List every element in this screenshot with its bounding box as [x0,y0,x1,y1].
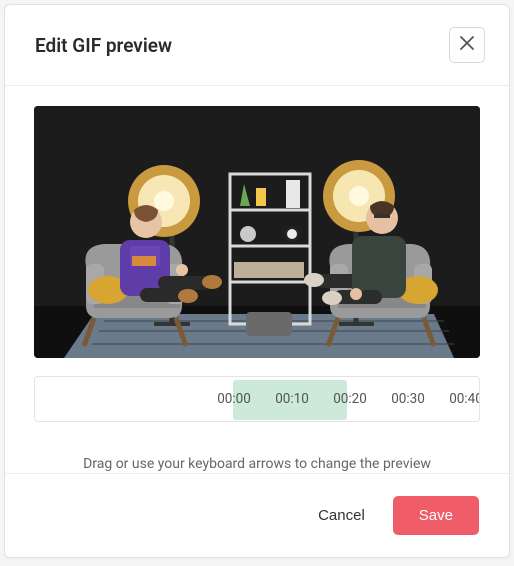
time-tick: 00:20 [321,391,379,407]
modal-body: 00:00 00:10 00:20 00:30 00:40 Drag or us… [5,86,509,473]
modal-title: Edit GIF preview [35,34,172,57]
close-icon [460,36,474,55]
video-preview[interactable] [34,106,480,358]
modal-footer: Cancel Save [5,473,509,557]
edit-gif-modal: Edit GIF preview [4,4,510,558]
timeline-ticks: 00:00 00:10 00:20 00:30 00:40 [205,377,480,421]
modal-header: Edit GIF preview [5,5,509,86]
save-button[interactable]: Save [393,496,479,535]
timeline[interactable]: 00:00 00:10 00:20 00:30 00:40 [34,376,480,422]
time-tick: 00:10 [263,391,321,407]
cancel-button[interactable]: Cancel [318,507,365,524]
time-tick: 00:30 [379,391,437,407]
time-tick: 00:00 [205,391,263,407]
hint-text: Drag or use your keyboard arrows to chan… [83,456,431,472]
close-button[interactable] [449,27,485,63]
time-tick: 00:40 [437,391,480,407]
